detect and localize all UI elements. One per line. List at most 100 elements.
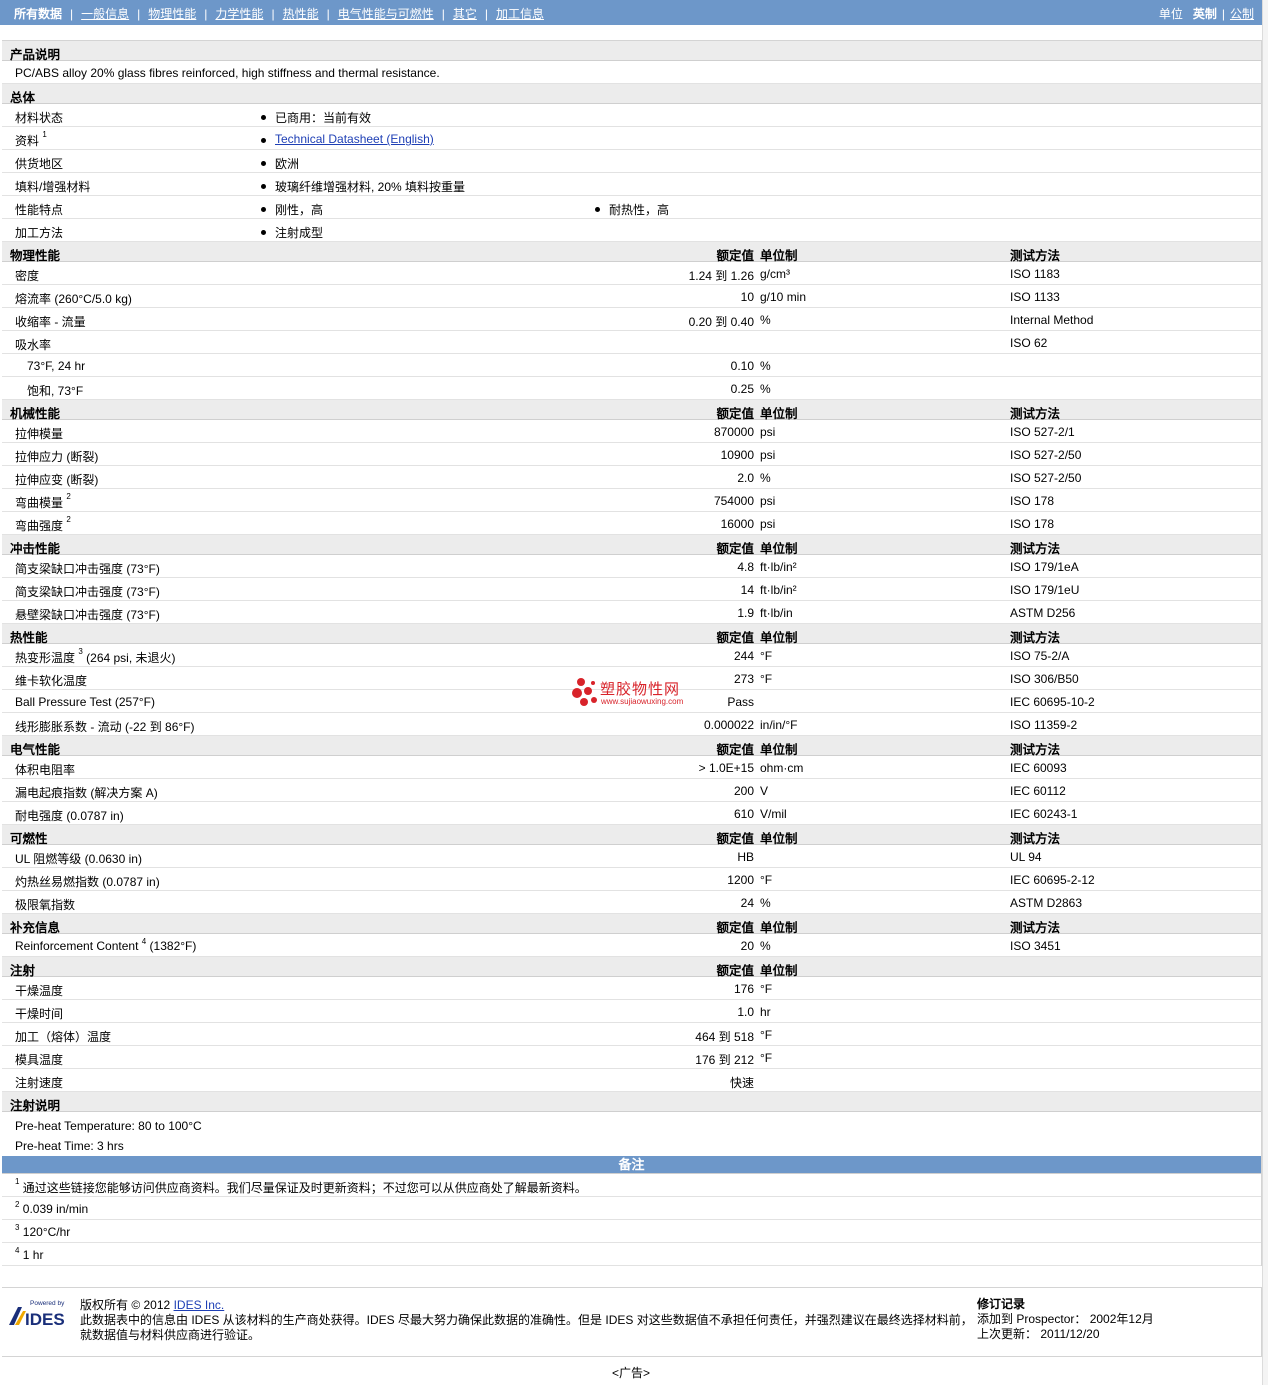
nav-tab-5[interactable]: 电气性能与可燃性: [338, 5, 434, 22]
property-row: 体积电阻率 > 1.0E+15 ohm·cm IEC 60093: [2, 756, 1261, 779]
property-name-text: 饱和, 73°F: [27, 384, 84, 398]
nav-tab-6[interactable]: 其它: [453, 5, 477, 22]
property-name-text: 拉伸应变: [15, 473, 64, 487]
property-name: Reinforcement Content 4 (1382°F): [15, 937, 196, 953]
property-name: 简支梁缺口冲击强度 (73°F): [15, 583, 160, 600]
general-label: 填料/增强材料: [15, 178, 90, 195]
nav-tab-7[interactable]: 加工信息: [496, 5, 544, 22]
watermark-logo-icon: [572, 678, 597, 706]
property-name-text: 拉伸应力: [15, 450, 64, 464]
unit-imperial[interactable]: 英制: [1193, 5, 1217, 22]
property-row: 弯曲强度 2 16000 psi ISO 178: [2, 512, 1261, 535]
property-value: > 1.0E+15: [698, 761, 754, 775]
footnote-content: 120°C/hr: [22, 1225, 71, 1239]
property-unit: hr: [760, 1005, 771, 1019]
property-name: 密度: [15, 267, 39, 284]
nav-separator: |: [204, 6, 208, 21]
property-value: 0.25: [730, 382, 754, 396]
property-name-text: 弯曲模量: [15, 496, 64, 510]
property-unit: psi: [760, 517, 776, 531]
property-row: 拉伸模量 870000 psi ISO 527-2/1: [2, 420, 1261, 443]
property-row: 73°F, 24 hr 0.10%: [2, 354, 1261, 377]
property-row: 线形膨胀系数 - 流动 (-22 到 86°F) 0.000022 in/in/°F…: [2, 713, 1261, 736]
logo-ides-text: IDES: [25, 1310, 65, 1328]
injection-note-text: Pre-heat Temperature: 80 to 100°C: [15, 1119, 202, 1133]
property-unit: psi: [760, 494, 776, 508]
property-condition: (73°F): [126, 562, 160, 576]
general-row: 资料 1 Technical Datasheet (English): [2, 127, 1261, 150]
property-name-text: 简支梁缺口冲击强度: [15, 585, 124, 599]
property-name: 加工（熔体）温度: [15, 1028, 111, 1045]
general-value: 刚性，高: [260, 203, 324, 217]
property-row: 拉伸应变 (断裂) 2.0% ISO 527-2/50: [2, 466, 1261, 489]
property-unit: V/mil: [760, 807, 787, 821]
nav-tab-2[interactable]: 物理性能: [148, 5, 196, 22]
property-name: 拉伸应力 (断裂): [15, 448, 98, 465]
property-condition: (260°C/5.0 kg): [54, 292, 132, 306]
technical-datasheet-link[interactable]: Technical Datasheet (English): [275, 132, 434, 146]
property-name: 饱和, 73°F: [27, 382, 83, 399]
property-name-text: 耐电强度: [15, 809, 64, 823]
property-row: 简支梁缺口冲击强度 (73°F) 14 ft·lb/in² ISO 179/1eU: [2, 578, 1261, 601]
property-method: ISO 1183: [1010, 267, 1060, 281]
property-name-text: 简支梁缺口冲击强度: [15, 562, 124, 576]
property-row: 注射速度 快速: [2, 1069, 1261, 1092]
general-value: 欧洲: [260, 157, 300, 171]
property-value: 4.8: [737, 560, 754, 574]
right-scroll-edge: [1262, 0, 1268, 1385]
property-name: 极限氧指数: [15, 896, 75, 913]
general-value: Technical Datasheet (English): [261, 132, 434, 146]
property-unit: %: [760, 939, 771, 953]
property-method: Internal Method: [1010, 313, 1094, 327]
property-condition: (0.0630 in): [84, 852, 142, 866]
nav-tab-1[interactable]: 一般信息: [81, 5, 129, 22]
property-condition: (73°F): [126, 608, 160, 622]
property-unit: °F: [760, 672, 773, 686]
section-header-impact: 冲击性能 额定值 单位制 测试方法: [2, 535, 1261, 556]
property-condition: (0.0787 in): [66, 809, 124, 823]
property-unit: ft·lb/in²: [760, 583, 797, 597]
property-unit: V: [760, 784, 769, 798]
property-name: 线形膨胀系数 - 流动 (-22 到 86°F): [15, 718, 195, 735]
description-text: PC/ABS alloy 20% glass fibres reinforced…: [15, 66, 440, 80]
nav-all-data[interactable]: 所有数据: [14, 5, 62, 22]
property-name-text: 注射速度: [15, 1076, 64, 1090]
general-row: 加工方法 注射成型: [2, 219, 1261, 242]
general-label-text: 资料: [15, 134, 40, 148]
property-name: UL 阻燃等级 (0.0630 in): [15, 850, 142, 867]
property-unit: %: [760, 896, 771, 910]
property-name-text: 悬壁梁缺口冲击强度: [15, 608, 124, 622]
property-name-text: Reinforcement Content: [15, 939, 139, 953]
watermark-text: 塑胶物性网: [600, 680, 681, 698]
ides-company-link[interactable]: IDES Inc.: [174, 1298, 225, 1312]
property-row: 热变形温度 3 (264 psi, 未退火) 244 °F ISO 75-2/A: [2, 644, 1261, 667]
general-label: 资料 1: [15, 130, 47, 149]
property-name: Ball Pressure Test (257°F): [15, 695, 155, 709]
general-value: 玻璃纤维增强材料, 20% 填料按重量: [260, 180, 466, 194]
general-label-text: 加工方法: [15, 226, 64, 240]
footnote-text: 4 1 hr: [15, 1246, 44, 1262]
property-name-text: 拉伸模量: [15, 427, 64, 441]
property-name: 干燥时间: [15, 1005, 63, 1022]
property-method: IEC 60093: [1010, 761, 1067, 775]
property-name: 干燥温度: [15, 982, 63, 999]
section-header-injection: 注射 额定值 单位制: [2, 957, 1261, 978]
injection-note-text: Pre-heat Time: 3 hrs: [15, 1139, 124, 1153]
disclaimer-line-1: 此数据表中的信息由 IDES 从该材料的生产商处获得。IDES 尽最大努力确保此…: [80, 1313, 973, 1327]
copyright-block: 版权所有 © 2012 IDES Inc. 此数据表中的信息由 IDES 从该材…: [80, 1298, 973, 1343]
footnote-row: 4 1 hr: [2, 1243, 1261, 1266]
nav-separator: |: [271, 6, 275, 21]
property-condition: (断裂): [66, 473, 99, 487]
property-name: 注射速度: [15, 1074, 63, 1091]
property-name-text: 加工（熔体）温度: [15, 1030, 112, 1044]
unit-metric-link[interactable]: 公制: [1230, 5, 1254, 22]
property-value: 10: [740, 290, 754, 304]
nav-tab-4[interactable]: 热性能: [283, 5, 319, 22]
property-method: ISO 178: [1010, 517, 1055, 531]
nav-tab-3[interactable]: 力学性能: [215, 5, 263, 22]
property-value: 20: [740, 939, 754, 953]
footnote-content: 1 hr: [22, 1248, 44, 1262]
property-name-text: Ball Pressure Test: [15, 695, 112, 709]
property-unit: ft·lb/in: [760, 606, 793, 620]
notes-bar: 备注: [2, 1156, 1261, 1174]
